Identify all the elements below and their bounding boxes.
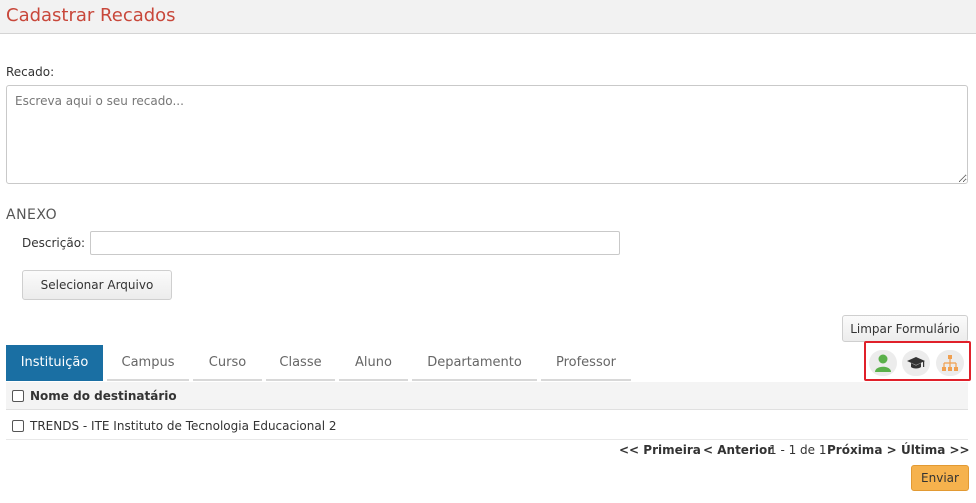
pagination-prev[interactable]: < Anterior (703, 443, 773, 457)
descricao-input[interactable] (90, 231, 620, 255)
select-all-checkbox[interactable] (12, 389, 24, 402)
anexo-section-title: ANEXO (6, 207, 58, 223)
pagination-info: 1 - 1 de 1 (769, 443, 827, 457)
graduation-cap-icon[interactable] (902, 350, 930, 376)
pagination-last[interactable]: Última >> (901, 443, 970, 457)
send-button[interactable]: Enviar (911, 465, 969, 491)
tab-professor[interactable]: Professor (541, 345, 631, 381)
tab-classe[interactable]: Classe (266, 345, 335, 381)
row-name: TRENDS - ITE Instituto de Tecnologia Edu… (30, 419, 337, 433)
recipient-type-icons (864, 341, 971, 381)
page-header: Cadastrar Recados (0, 0, 976, 34)
person-icon[interactable] (869, 350, 897, 376)
row-checkbox[interactable] (12, 420, 24, 432)
descricao-label: Descrição: (22, 236, 86, 250)
tab-aluno[interactable]: Aluno (339, 345, 408, 381)
tab-departamento[interactable]: Departamento (412, 345, 537, 381)
pagination-next[interactable]: Próxima > (827, 443, 897, 457)
recipient-tabs: Instituição Campus Curso Classe Aluno De… (6, 345, 635, 381)
tab-campus[interactable]: Campus (107, 345, 189, 381)
table-header-name: Nome do destinatário (30, 388, 177, 403)
recado-label: Recado: (6, 65, 55, 79)
recado-textarea[interactable] (6, 85, 968, 184)
org-chart-icon[interactable] (936, 350, 964, 376)
clear-form-button[interactable]: Limpar Formulário (842, 315, 968, 342)
table-header: Nome do destinatário (6, 382, 968, 410)
select-file-button[interactable]: Selecionar Arquivo (22, 270, 172, 300)
tab-instituicao[interactable]: Instituição (6, 345, 103, 381)
table-row: TRENDS - ITE Instituto de Tecnologia Edu… (6, 413, 968, 440)
page-title: Cadastrar Recados (6, 5, 176, 26)
tab-curso[interactable]: Curso (193, 345, 262, 381)
pagination-first[interactable]: << Primeira (619, 443, 701, 457)
